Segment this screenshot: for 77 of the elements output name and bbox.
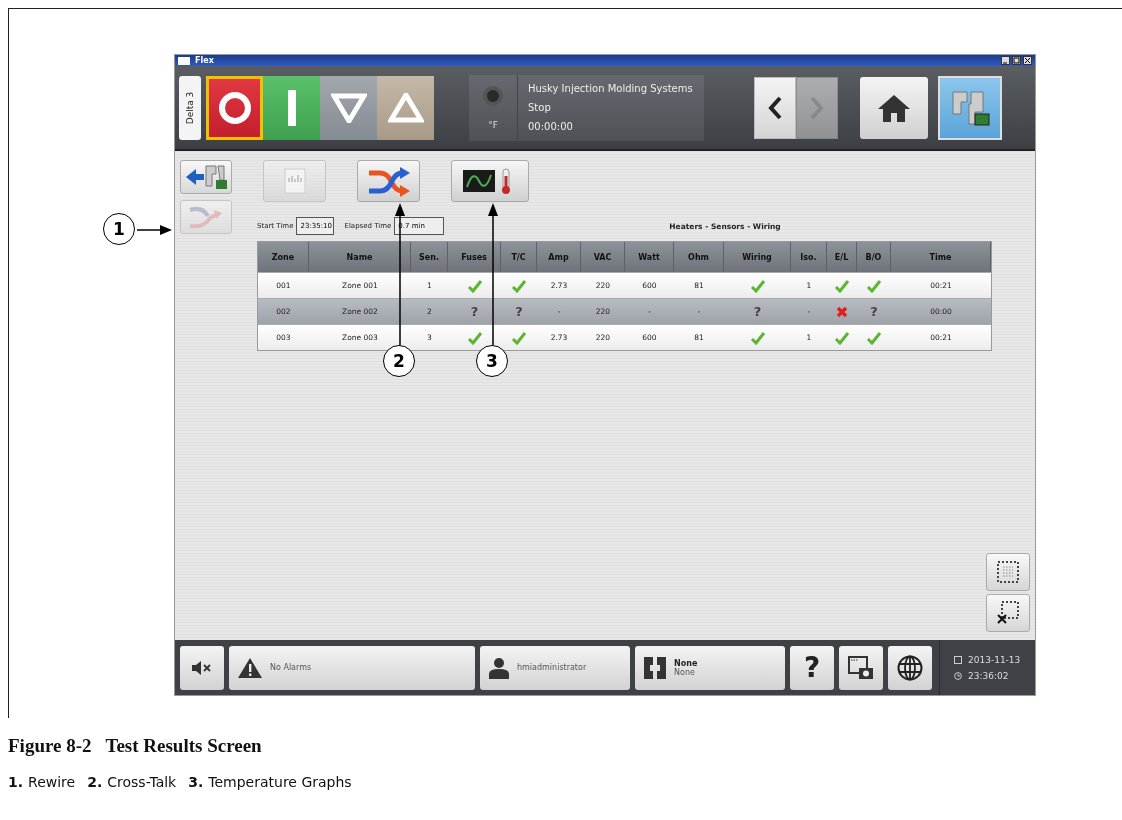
current-time: 23:36:02 (968, 670, 1009, 681)
window-icon (178, 56, 190, 65)
start-mode-button[interactable] (263, 75, 320, 140)
mold-icon (643, 655, 667, 680)
help-button[interactable]: ? (790, 645, 834, 690)
check-icon (511, 278, 527, 293)
figure-caption: Figure 8-2 Test Results Screen (8, 735, 263, 757)
dotted-grid-icon (996, 560, 1020, 584)
home-icon (876, 92, 912, 123)
check-icon (749, 278, 766, 293)
unknown-result: ? (870, 304, 878, 319)
check-icon (511, 330, 527, 345)
home-button[interactable] (860, 76, 928, 139)
mold-button[interactable]: None None (635, 645, 785, 690)
chart-page-icon (283, 168, 306, 194)
deselect-button[interactable] (986, 594, 1030, 632)
muted-speaker-icon (191, 660, 213, 675)
language-button[interactable] (888, 645, 932, 690)
temperature-graphs-button[interactable] (451, 160, 529, 202)
machine-state: Stop (528, 102, 552, 113)
clock-icon (954, 671, 962, 680)
select-all-button[interactable] (986, 553, 1030, 591)
chevron-left-icon (768, 95, 782, 120)
back-to-heats-button[interactable] (180, 160, 232, 194)
cross-icon (836, 305, 848, 318)
callout-arrow (136, 225, 172, 235)
alarms-button[interactable]: No Alarms (229, 645, 475, 690)
down-triangle-icon (330, 92, 367, 123)
stop-mode-button[interactable] (206, 75, 263, 140)
check-icon (866, 330, 882, 345)
mold-name: None (674, 658, 698, 668)
legend-number: 2. (87, 774, 103, 790)
legend-number: 1. (8, 774, 24, 790)
minimize-icon[interactable] (1001, 56, 1010, 65)
screenshot-button[interactable] (839, 645, 883, 690)
machine-tab[interactable]: Delta 3 (179, 75, 201, 140)
check-icon (834, 330, 850, 345)
check-icon (866, 278, 882, 293)
down-mode-button[interactable] (320, 75, 377, 140)
person-icon (488, 656, 510, 679)
warning-icon (237, 656, 263, 679)
window-title: Flex (195, 56, 214, 65)
user-button[interactable]: hmiadministrator (480, 645, 630, 690)
dotted-grid-x-icon (996, 600, 1020, 626)
check-icon (834, 278, 850, 293)
check-icon (466, 330, 483, 345)
check-icon (466, 278, 483, 293)
up-triangle-icon (387, 92, 424, 123)
flex-logo-button[interactable] (938, 75, 1002, 140)
unknown-result: ? (470, 304, 479, 319)
callout-number: 1 (103, 213, 135, 245)
legend-number: 3. (188, 774, 204, 790)
mold-setting: None (674, 667, 696, 677)
check-icon (749, 330, 766, 345)
arrow-screen-icon (184, 164, 228, 190)
temperature-unit: °F (488, 120, 498, 130)
globe-icon (897, 654, 923, 681)
unknown-result: ? (753, 304, 762, 319)
legend-label: Temperature Graphs (208, 774, 352, 790)
unknown-result: ? (515, 304, 523, 319)
chevron-right-icon (810, 95, 824, 120)
calendar-icon (954, 655, 962, 664)
legend-label: Cross-Talk (107, 774, 177, 790)
circle-icon (217, 90, 252, 125)
close-icon[interactable] (1023, 56, 1032, 65)
mute-button[interactable] (180, 645, 224, 690)
maximize-icon[interactable] (1012, 56, 1021, 65)
system-name: Husky Injection Molding Systems (528, 82, 693, 94)
indicator-lamp-icon (482, 85, 504, 107)
camera-window-icon (848, 655, 874, 680)
legend-label: Rewire (28, 774, 76, 790)
cross-talk-button[interactable] (357, 160, 420, 202)
up-mode-button[interactable] (377, 75, 434, 140)
bar-icon (286, 89, 297, 126)
cycle-time: 00:00:00 (528, 121, 574, 133)
back-button[interactable] (754, 76, 796, 139)
current-date: 2013-11-13 (968, 654, 1021, 665)
